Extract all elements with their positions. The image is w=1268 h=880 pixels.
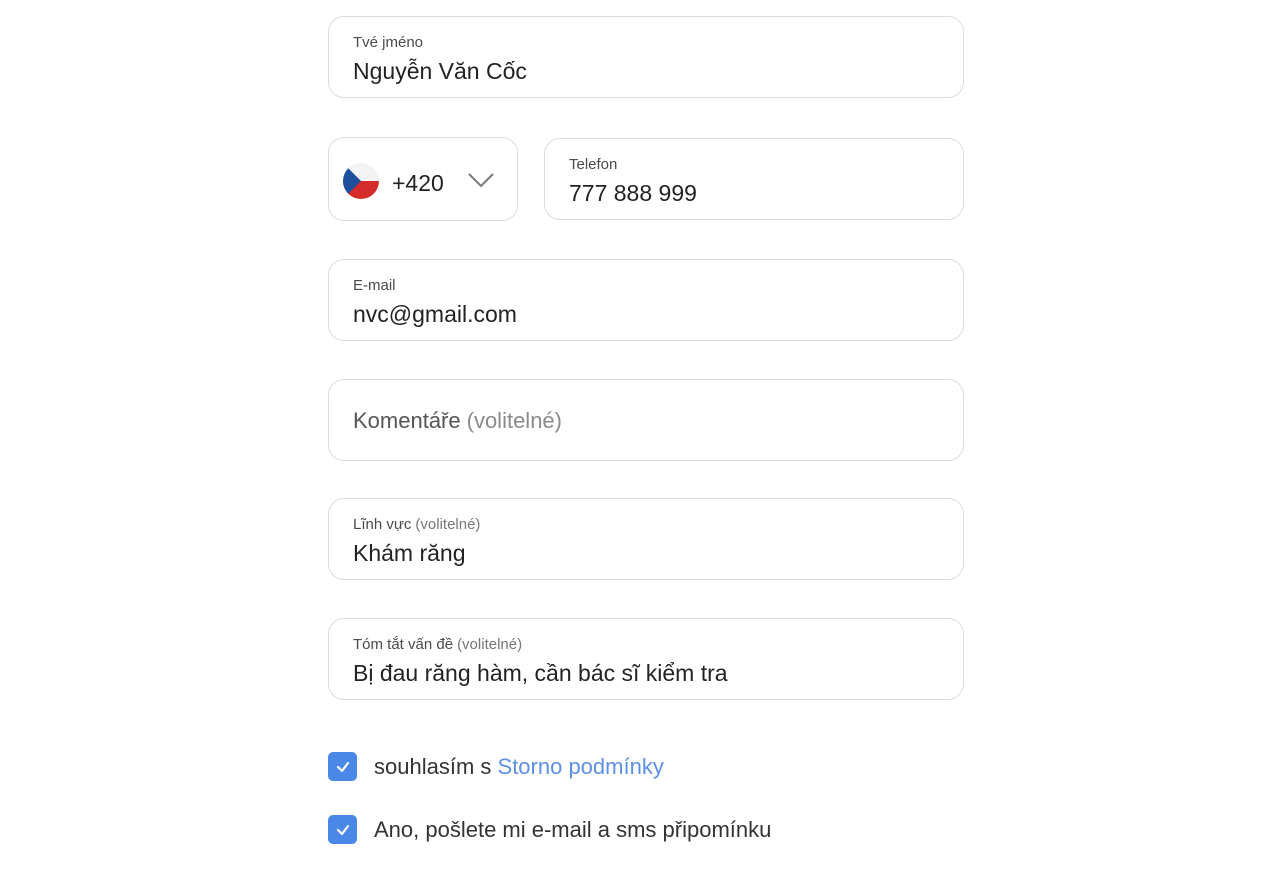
comment-placeholder: Komentáře (volitelné) <box>353 408 562 434</box>
name-label: Tvé jméno <box>353 34 424 51</box>
checkmark-icon <box>336 824 349 835</box>
reminder-checkbox[interactable] <box>328 815 357 844</box>
name-field[interactable]: Tvé jméno Nguyễn Văn Cốc <box>328 16 964 98</box>
comment-placeholder-text: Komentáře <box>353 408 461 433</box>
specialty-field[interactable]: Lĩnh vực (volitelné) Khám răng <box>328 498 964 580</box>
email-field[interactable]: E-mail nvc@gmail.com <box>328 259 964 341</box>
email-value: nvc@gmail.com <box>353 301 517 327</box>
specialty-label-text: Lĩnh vực <box>353 516 412 533</box>
specialty-label: Lĩnh vực (volitelné) <box>353 516 480 533</box>
checkmark-icon <box>336 761 349 772</box>
reminder-consent-label: Ano, pošlete mi e-mail a sms připomínku <box>374 816 772 842</box>
phone-field[interactable]: Telefon 777 888 999 <box>544 138 964 220</box>
comment-field[interactable]: Komentáře (volitelné) <box>328 379 964 461</box>
email-label: E-mail <box>353 277 396 294</box>
summary-label-text: Tóm tắt vấn đề <box>353 636 454 653</box>
terms-checkbox[interactable] <box>328 752 357 781</box>
reminder-consent-row: Ano, pošlete mi e-mail a sms připomínku <box>328 815 771 844</box>
terms-consent-label: souhlasím s Storno podmínky <box>374 754 664 780</box>
summary-label: Tóm tắt vấn đề (volitelné) <box>353 636 522 653</box>
czech-flag-icon <box>343 163 379 199</box>
storno-terms-link[interactable]: Storno podmínky <box>498 754 664 779</box>
specialty-optional-text: (volitelné) <box>415 516 481 533</box>
country-code: +420 <box>392 170 444 196</box>
chevron-down-icon <box>467 171 495 189</box>
comment-optional-text: (volitelné) <box>466 408 562 433</box>
country-code-select[interactable]: +420 <box>328 137 518 221</box>
phone-value: 777 888 999 <box>569 180 697 206</box>
name-value: Nguyễn Văn Cốc <box>353 58 527 84</box>
summary-optional-text: (volitelné) <box>457 636 523 653</box>
phone-label: Telefon <box>569 156 618 173</box>
summary-field[interactable]: Tóm tắt vấn đề (volitelné) Bị đau răng hà… <box>328 618 964 700</box>
terms-consent-row: souhlasím s Storno podmínky <box>328 752 664 781</box>
terms-prefix-text: souhlasím s <box>374 753 492 779</box>
specialty-value: Khám răng <box>353 540 466 566</box>
summary-value: Bị đau răng hàm, cần bác sĩ kiểm tra <box>353 660 728 686</box>
